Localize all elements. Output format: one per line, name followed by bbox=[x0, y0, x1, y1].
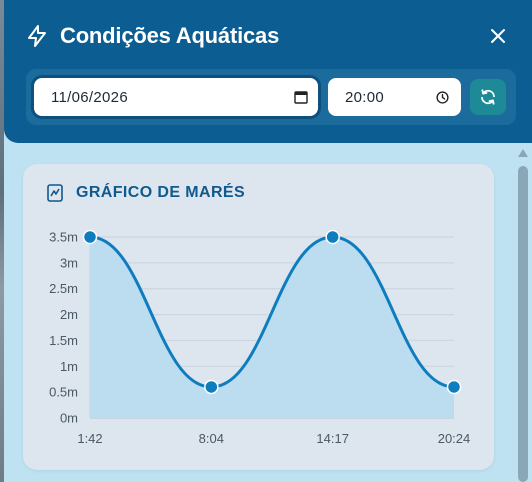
x-tick-label: 20:24 bbox=[438, 431, 471, 446]
close-button[interactable] bbox=[484, 22, 512, 50]
calendar-icon[interactable] bbox=[294, 90, 308, 104]
time-input[interactable]: 20:00 bbox=[328, 78, 461, 116]
header-title-row: Condições Aquáticas bbox=[24, 18, 512, 54]
refresh-button[interactable] bbox=[470, 79, 506, 115]
time-value: 20:00 bbox=[345, 88, 385, 106]
clock-icon[interactable] bbox=[436, 90, 449, 104]
datetime-controls: 11/06/2026 20:00 bbox=[26, 69, 516, 125]
panel-title: Condições Aquáticas bbox=[60, 23, 280, 48]
tide-chart: 0m 0.5m 1m 1.5m 2m 2.5m 3m 3.5m 1:42 8:04 14:17 20:… bbox=[49, 229, 471, 447]
panel-header: Condições Aquáticas 11/06/2026 20:00 bbox=[4, 0, 532, 143]
water-conditions-panel: Condições Aquáticas 11/06/2026 20:00 GRÁ… bbox=[0, 0, 532, 482]
y-tick-label: 2m bbox=[60, 307, 78, 322]
y-tick-label: 3.5m bbox=[49, 230, 78, 245]
close-icon bbox=[491, 29, 505, 43]
date-value: 11/06/2026 bbox=[51, 88, 128, 106]
y-tick-label: 2.5m bbox=[49, 281, 78, 296]
tide-data-point bbox=[82, 229, 98, 245]
panel-scrollbar[interactable] bbox=[518, 148, 528, 482]
date-input[interactable]: 11/06/2026 bbox=[34, 78, 318, 116]
refresh-icon bbox=[481, 89, 495, 105]
scroll-thumb[interactable] bbox=[518, 166, 528, 482]
scroll-up-arrow-icon[interactable] bbox=[518, 148, 528, 158]
y-tick-label: 1m bbox=[60, 359, 78, 374]
x-tick-label: 14:17 bbox=[316, 431, 349, 446]
tide-data-point bbox=[446, 379, 462, 395]
tide-chart-card: GRÁFICO DE MARÉS 0m 0.5m 1m 1.5m 2m 2.5m 3m 3.5… bbox=[23, 164, 494, 470]
x-tick-label: 1:42 bbox=[77, 431, 102, 446]
y-tick-label: 3m bbox=[60, 255, 78, 270]
lightning-bolt-icon bbox=[24, 23, 50, 49]
y-tick-label: 0.5m bbox=[49, 385, 78, 400]
y-tick-label: 1.5m bbox=[49, 333, 78, 348]
tide-data-point bbox=[204, 379, 219, 395]
tide-data-point bbox=[325, 229, 340, 245]
x-tick-label: 8:04 bbox=[199, 431, 224, 446]
y-tick-label: 0m bbox=[60, 411, 78, 426]
